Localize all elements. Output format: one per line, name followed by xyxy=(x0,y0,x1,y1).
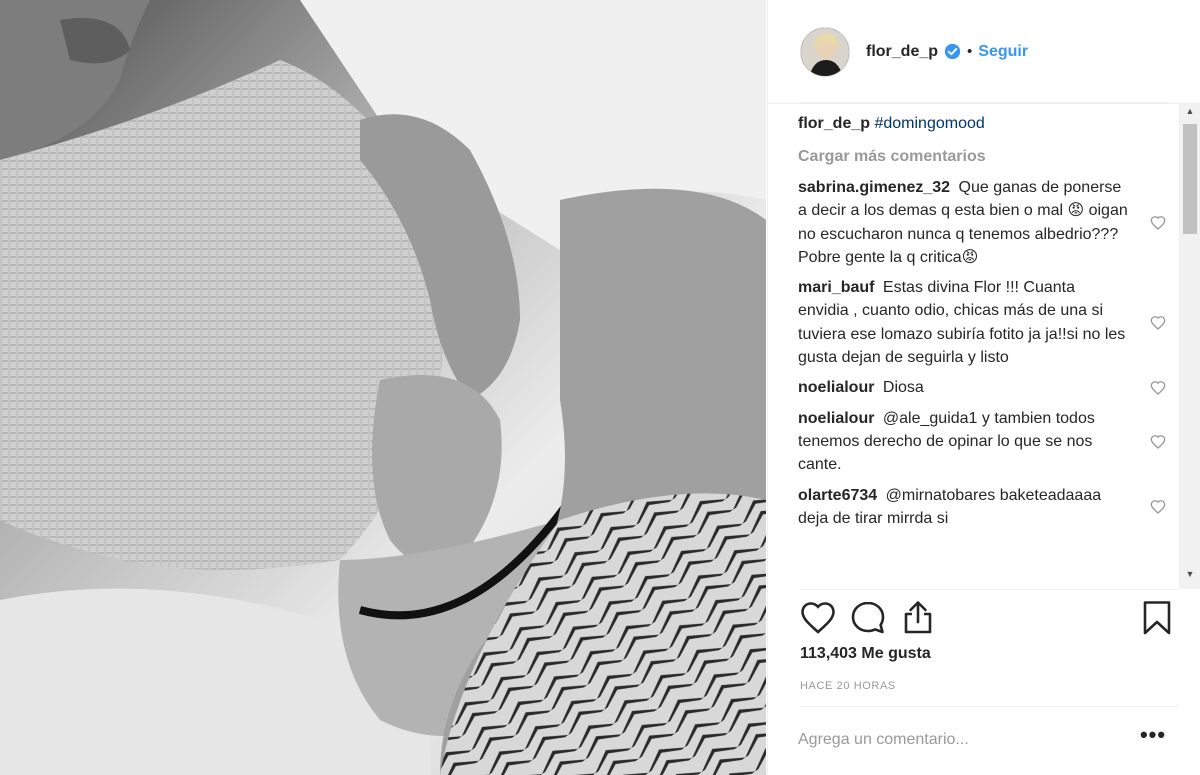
comments-scrollbar[interactable]: ▲ ▼ xyxy=(1179,104,1200,589)
comment-username[interactable]: noelialour xyxy=(798,379,874,396)
post-side-panel: flor_de_p • Seguir flor_de_p #domingomoo… xyxy=(767,0,1200,775)
actions-divider xyxy=(800,589,1178,590)
caption-hashtag[interactable]: #domingomood xyxy=(874,115,984,132)
comment-item: noelialour @ale_guida1 y tambien todos t… xyxy=(798,407,1168,477)
share-upload-icon[interactable] xyxy=(898,598,938,638)
header-divider xyxy=(800,102,1169,103)
post-header: flor_de_p • Seguir xyxy=(768,0,1200,104)
comment-username[interactable]: noelialour xyxy=(798,410,874,427)
comments-list[interactable]: flor_de_p #domingomood Cargar más coment… xyxy=(798,112,1168,588)
scroll-down-arrow-icon[interactable]: ▼ xyxy=(1179,569,1200,587)
bookmark-icon[interactable] xyxy=(1137,598,1177,638)
avatar-image xyxy=(801,27,849,76)
comment-item: olarte6734 @mirnatobares baketeadaaaa de… xyxy=(798,484,1168,531)
likes-count[interactable]: 113,403 Me gusta xyxy=(800,645,931,663)
comment-text: Diosa xyxy=(882,379,924,397)
post-timestamp: HACE 20 HORAS xyxy=(800,680,896,692)
comment-like-icon[interactable] xyxy=(1150,380,1166,396)
verified-badge-icon xyxy=(944,43,961,60)
comment-username[interactable]: mari_bauf xyxy=(798,279,874,296)
avatar[interactable] xyxy=(800,26,850,77)
comment-item: noelialour Diosa xyxy=(798,376,1168,399)
comment-like-icon[interactable] xyxy=(1150,499,1166,515)
comment-item: sabrina.gimenez_32 Que ganas de ponerse … xyxy=(798,176,1168,269)
post-photo xyxy=(0,0,766,775)
comment-username[interactable]: sabrina.gimenez_32 xyxy=(798,179,950,196)
comment-like-icon[interactable] xyxy=(1150,315,1166,331)
add-comment-input[interactable] xyxy=(798,726,1118,754)
follow-button[interactable]: Seguir xyxy=(978,43,1028,61)
header-separator: • xyxy=(967,43,973,60)
comment-username[interactable]: olarte6734 xyxy=(798,487,877,504)
scroll-up-arrow-icon[interactable]: ▲ xyxy=(1179,106,1200,124)
caption-username[interactable]: flor_de_p xyxy=(798,115,870,132)
comment-like-icon[interactable] xyxy=(1150,215,1166,231)
load-more-comments-button[interactable]: Cargar más comentarios xyxy=(798,145,1168,169)
scrollbar-thumb[interactable] xyxy=(1183,124,1197,234)
more-options-button[interactable]: ••• xyxy=(1138,724,1168,750)
add-comment-divider xyxy=(800,706,1178,707)
comment-like-icon[interactable] xyxy=(1150,434,1166,450)
header-username[interactable]: flor_de_p xyxy=(866,43,938,61)
post-caption: flor_de_p #domingomood xyxy=(798,112,1168,136)
comment-item: mari_bauf Estas divina Flor !!! Cuanta e… xyxy=(798,276,1168,369)
speech-bubble-icon[interactable] xyxy=(848,598,888,638)
post-actions-bar xyxy=(798,598,1173,640)
post-photo-image xyxy=(0,0,766,775)
heart-outline-icon[interactable] xyxy=(798,598,838,638)
